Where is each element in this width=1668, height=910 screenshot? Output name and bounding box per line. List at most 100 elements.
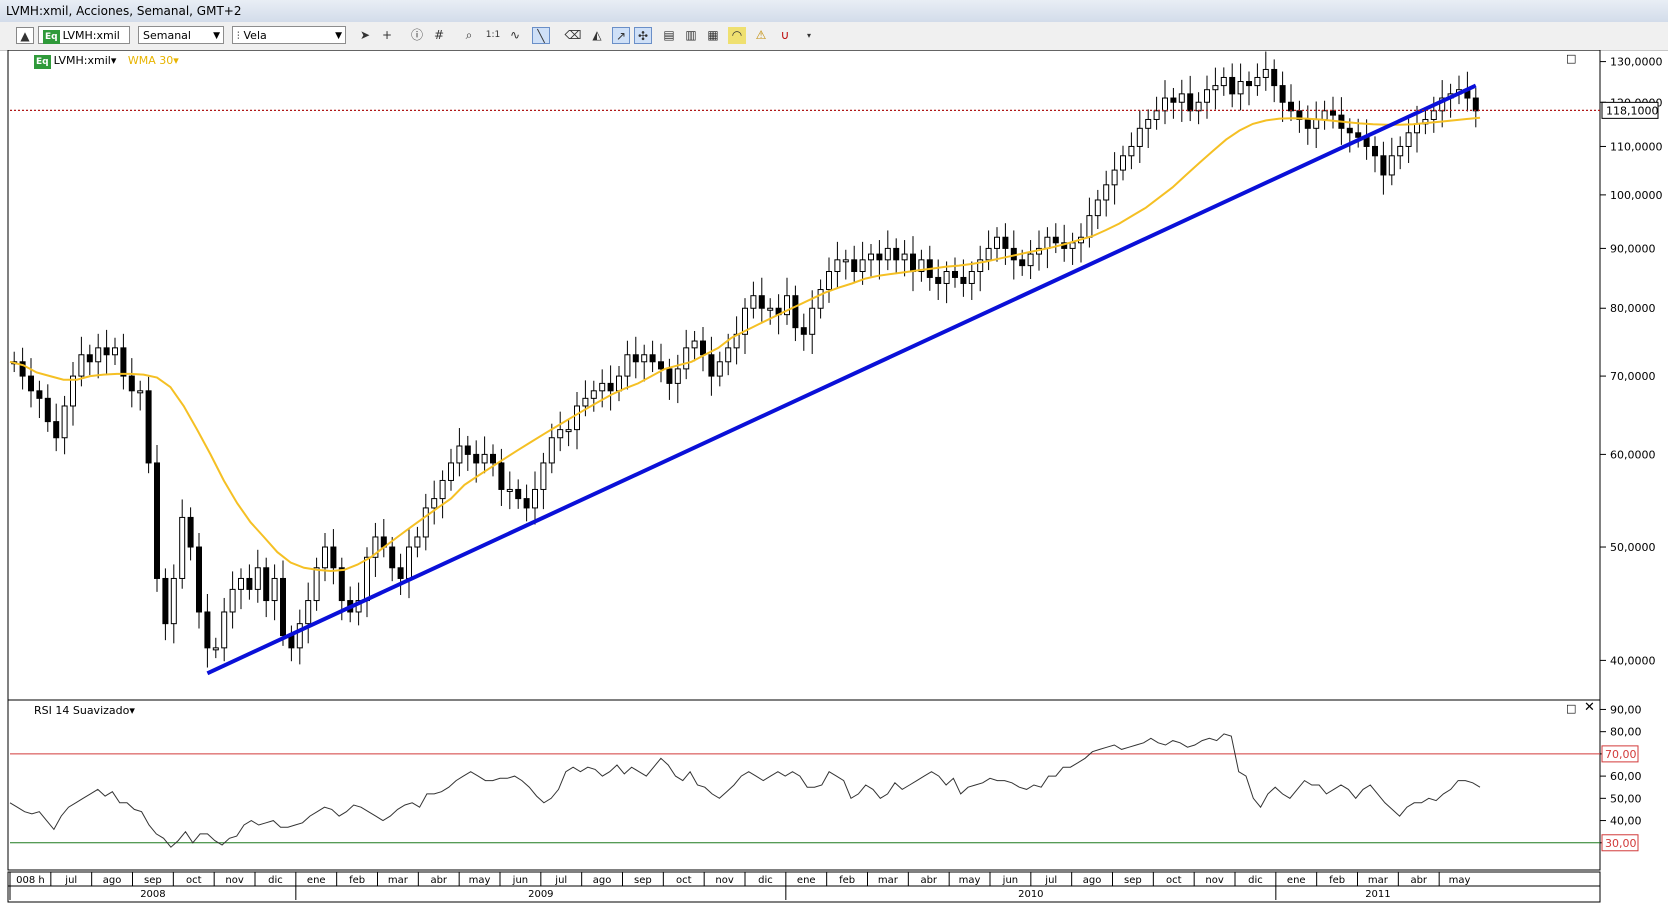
candle-body: [86, 354, 93, 363]
candle-body: [792, 295, 799, 329]
chart-canvas[interactable]: 130,0000120,0000110,0000100,000090,00008…: [0, 50, 1668, 910]
month-label: jul: [64, 875, 77, 886]
trendline: [206, 83, 1477, 676]
zoom-icon[interactable]: ⌕: [460, 27, 478, 44]
info-icon[interactable]: ⓘ: [408, 27, 426, 44]
month-label: sep: [1124, 875, 1142, 886]
rsi-level-label: 70,00: [1605, 748, 1637, 761]
auto-trend-icon[interactable]: ↗: [612, 27, 630, 44]
month-label: ago: [1083, 875, 1102, 886]
month-label: jun: [1002, 875, 1018, 886]
candle-body: [154, 462, 160, 579]
candle-body: [1414, 123, 1420, 134]
candle-body: [1153, 110, 1160, 120]
candle-body: [490, 453, 496, 464]
symbol-field[interactable]: Eq LVMH:xmil: [38, 26, 130, 44]
candle-body: [523, 498, 530, 509]
candle-body: [103, 347, 110, 356]
template-icon[interactable]: ▤: [660, 27, 678, 44]
month-label: dic: [758, 875, 773, 886]
shapes-icon[interactable]: ◭: [588, 27, 606, 44]
candle-body: [599, 382, 606, 392]
candle-body: [1120, 155, 1126, 171]
collapse-up-icon[interactable]: ▲: [16, 27, 34, 44]
template3-icon[interactable]: ▦: [704, 27, 722, 44]
candle-body: [1430, 110, 1437, 120]
magnet-icon[interactable]: ∪: [776, 27, 794, 44]
month-label: 008 h: [16, 875, 45, 886]
candle-body: [691, 340, 698, 349]
candle-body: [935, 276, 942, 284]
candle-body: [1204, 89, 1210, 103]
year-label: 2011: [1365, 889, 1390, 900]
candle-body: [431, 498, 438, 509]
rsi-tick-label: 40,00: [1610, 815, 1642, 828]
candle-body: [1405, 132, 1412, 147]
grid-icon[interactable]: #: [430, 27, 448, 44]
candle-body: [1086, 215, 1093, 238]
candle-body: [1313, 118, 1320, 129]
candle-body: [893, 247, 900, 261]
candle-body: [1237, 81, 1244, 95]
candle-body: [145, 390, 152, 464]
candle-body: [884, 247, 891, 261]
one-to-one-icon[interactable]: 1:1: [484, 27, 502, 44]
candle-body: [1187, 93, 1194, 112]
candle-body: [800, 327, 807, 335]
candle-body: [170, 577, 177, 625]
month-label: nov: [715, 875, 733, 886]
candle-body: [1111, 169, 1118, 186]
candle-body: [112, 347, 118, 356]
window-titlebar: LVMH:xmil, Acciones, Semanal, GMT+2 _□✕: [0, 0, 1668, 23]
candle-body: [590, 390, 597, 399]
indicator-icon[interactable]: ∿: [506, 27, 524, 44]
chevron-down-icon: ▼: [213, 31, 220, 41]
chart-type-select[interactable]: ⫶ Vela ▼: [232, 26, 346, 44]
candle-body: [834, 259, 841, 273]
month-label: ene: [307, 875, 326, 886]
candle-body: [532, 488, 538, 509]
candle-body: [758, 295, 765, 309]
rsi-tick-label: 50,00: [1610, 792, 1642, 805]
gann-icon[interactable]: ◠: [728, 27, 746, 44]
candle-body: [246, 577, 253, 590]
chevron-down-icon: ▼: [335, 31, 342, 41]
month-label: nov: [1205, 875, 1223, 886]
candle-body: [456, 445, 463, 464]
month-label: feb: [839, 875, 855, 886]
rsi-plot: 90,00 80,00 70,00 60,00 50,00 40,00 30,00: [9, 703, 1642, 852]
candle-body: [414, 536, 421, 548]
line-tool-icon[interactable]: ╲: [532, 27, 550, 44]
candle-body: [1279, 85, 1286, 103]
candle-body: [1195, 101, 1202, 112]
candle-body: [1136, 127, 1143, 147]
candle-body: [397, 567, 404, 579]
candle-body: [1330, 110, 1336, 116]
template2-icon[interactable]: ▥: [682, 27, 700, 44]
rsi-line: [9, 733, 1481, 848]
rsi-level-label: 30,00: [1605, 837, 1637, 850]
candle-body: [716, 361, 723, 377]
more-tools-icon[interactable]: ▾: [800, 27, 818, 44]
candle-body: [1027, 253, 1034, 267]
x-axis: 008 h jul ago sep oct nov dic ene feb mar abr may ju…: [7, 871, 1601, 903]
candle-body: [548, 437, 555, 464]
candle-body: [422, 507, 429, 538]
equity-badge-icon: Eq: [43, 30, 60, 44]
candle-body: [515, 488, 522, 500]
eraser-icon[interactable]: ⌫: [564, 27, 582, 44]
fan-icon[interactable]: ✣: [634, 27, 652, 44]
month-label: dic: [268, 875, 283, 886]
crosshair-icon[interactable]: +: [378, 27, 396, 44]
candle-body: [1145, 118, 1152, 129]
alert-icon[interactable]: ⚠: [752, 27, 770, 44]
candle-body: [666, 368, 673, 384]
candle-body: [1397, 145, 1404, 157]
cursor-icon[interactable]: ➤: [356, 27, 374, 44]
candle-body: [238, 577, 244, 590]
candle-body: [750, 295, 757, 309]
candle-body: [481, 453, 488, 464]
chart-toolbar: ▲ Eq LVMH:xmil Semanal ▼ ⫶ Vela ▼ ➤ + ⓘ # ⌕ …: [0, 22, 1668, 51]
candle-body: [179, 516, 186, 579]
period-select[interactable]: Semanal ▼: [138, 26, 224, 44]
